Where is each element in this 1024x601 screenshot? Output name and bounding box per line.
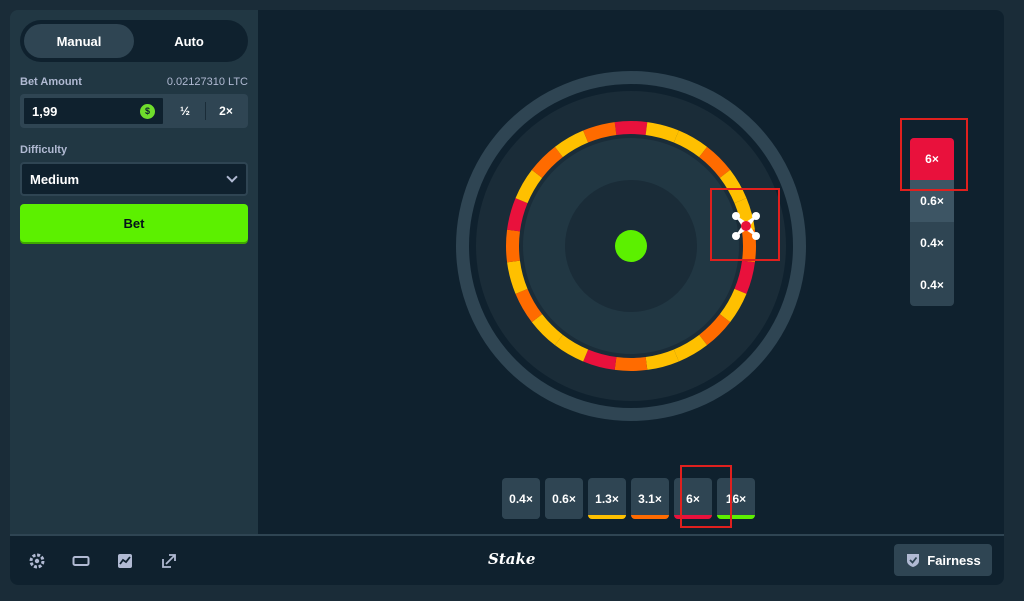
half-bet-button[interactable]: ½ [165, 96, 205, 126]
multiplier-bar [588, 515, 626, 519]
tab-auto[interactable]: Auto [134, 24, 244, 58]
fairness-button[interactable]: Fairness [894, 544, 992, 576]
multiplier-label: 1.3× [595, 491, 619, 506]
multiplier-label: 16× [725, 491, 747, 506]
double-bet-button[interactable]: 2× [206, 96, 246, 126]
mode-tabs: Manual Auto [20, 20, 248, 62]
theatre-mode-icon[interactable] [70, 550, 92, 572]
multiplier-chip: 16× [717, 478, 755, 519]
multiplier-chip: 6× [674, 478, 712, 519]
history-item: 0.4× [920, 236, 944, 250]
wheel-segment [614, 121, 648, 135]
bet-button[interactable]: Bet [20, 204, 248, 242]
stats-icon[interactable] [114, 550, 136, 572]
multiplier-bar [631, 515, 669, 519]
game-window: Manual Auto Bet Amount 0.02127310 LTC $ … [10, 10, 1004, 585]
balance-value: 0.02127310 LTC [166, 76, 248, 88]
wheel-segment [506, 229, 520, 263]
fairness-label: Fairness [927, 552, 981, 568]
bet-sidebar: Manual Auto Bet Amount 0.02127310 LTC $ … [10, 10, 258, 534]
wheel [456, 71, 806, 421]
history-item: 0.6× [910, 180, 954, 222]
history-item: 0.4× [920, 278, 944, 292]
wheel-segment [614, 357, 648, 372]
bet-amount-input[interactable] [32, 103, 132, 119]
footer-controls [26, 550, 180, 572]
multiplier-bar [717, 515, 755, 519]
brand-logo: Stake [488, 550, 536, 568]
multiplier-bar [545, 515, 583, 519]
bet-amount-label: Bet Amount [20, 76, 82, 88]
multiplier-label: 0.6× [552, 491, 576, 506]
bet-amount-field[interactable]: $ [22, 96, 165, 126]
chevron-down-icon [226, 171, 238, 183]
multiplier-label: 0.4× [509, 491, 533, 506]
multiplier-chip: 0.6× [545, 478, 583, 519]
multiplier-chip: 0.4× [502, 478, 540, 519]
difficulty-value: Medium [30, 171, 80, 187]
history-item: 6× [910, 138, 954, 180]
multiplier-label: 6× [686, 491, 700, 506]
settings-icon[interactable] [26, 550, 48, 572]
popout-icon[interactable] [158, 550, 180, 572]
multiplier-chip: 1.3× [588, 478, 626, 519]
bet-amount-control: $ ½ 2× [20, 94, 248, 128]
tab-manual[interactable]: Manual [24, 24, 134, 58]
wheel-center-dot [615, 230, 647, 262]
bet-amount-header: Bet Amount 0.02127310 LTC [20, 76, 248, 88]
shield-check-icon [907, 554, 920, 567]
multiplier-chip: 3.1× [631, 478, 669, 519]
multiplier-label: 3.1× [638, 491, 662, 506]
coin-icon: $ [140, 103, 155, 119]
game-area: 6× 0.6× 0.4× 0.4× 0.4× 0.6× 1.3× 3.1× 6×… [258, 10, 1004, 534]
game-footer: Stake Fairness [10, 534, 1004, 585]
difficulty-label: Difficulty [20, 144, 68, 156]
result-history: 6× 0.6× 0.4× 0.4× [910, 138, 954, 306]
difficulty-select[interactable]: Medium [20, 162, 248, 196]
multiplier-bar [674, 515, 712, 519]
multiplier-row: 0.4× 0.6× 1.3× 3.1× 6× 16× [502, 478, 755, 519]
multiplier-bar [502, 515, 540, 519]
